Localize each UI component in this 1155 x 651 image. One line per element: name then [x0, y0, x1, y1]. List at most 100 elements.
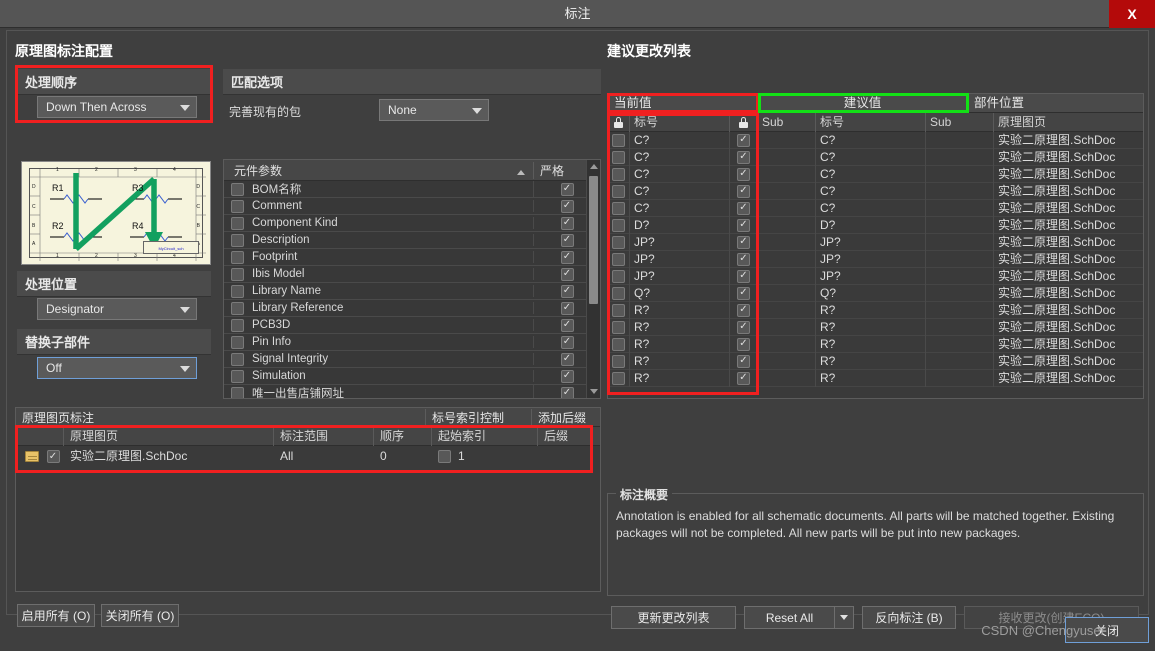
change-accept-cell[interactable]: ✓ — [730, 318, 758, 336]
sheet-row-enable-cell[interactable]: ✓ — [42, 446, 64, 467]
parameter-enable-cell[interactable] — [224, 267, 250, 281]
change-row[interactable]: C? ✓ C? 实验二原理图.SchDoc — [608, 165, 1143, 183]
scroll-up-icon[interactable] — [587, 160, 600, 173]
change-accept-checkbox[interactable]: ✓ — [737, 184, 750, 198]
parameter-row[interactable]: Component Kind ✓ — [224, 215, 600, 232]
change-accept-checkbox[interactable]: ✓ — [737, 320, 750, 334]
column-header-sub-current[interactable]: Sub — [758, 112, 816, 132]
change-row[interactable]: R? ✓ R? 实验二原理图.SchDoc — [608, 335, 1143, 353]
parameter-checkbox[interactable] — [230, 199, 244, 213]
change-lock-cell[interactable] — [608, 267, 630, 285]
parameter-checkbox[interactable] — [230, 284, 244, 298]
change-accept-cell[interactable]: ✓ — [730, 199, 758, 217]
change-accept-cell[interactable]: ✓ — [730, 352, 758, 370]
scroll-thumb[interactable] — [589, 176, 598, 304]
parameter-strict-checkbox[interactable]: ✓ — [560, 250, 574, 264]
change-lock-checkbox[interactable] — [612, 303, 625, 317]
parameter-strict-checkbox[interactable]: ✓ — [560, 284, 574, 298]
parameter-row[interactable]: Description ✓ — [224, 232, 600, 249]
parameter-table-scrollbar[interactable] — [586, 160, 600, 398]
parameter-strict-checkbox[interactable]: ✓ — [560, 352, 574, 366]
sheet-col-startindex[interactable]: 起始索引 — [432, 426, 538, 446]
sheet-enable-checkbox[interactable]: ✓ — [46, 450, 60, 463]
change-lock-checkbox[interactable] — [612, 133, 625, 147]
change-lock-cell[interactable] — [608, 199, 630, 217]
change-lock-checkbox[interactable] — [612, 218, 625, 232]
column-header-parameter[interactable]: 元件参数 — [224, 161, 534, 179]
sheet-col-sheetname[interactable]: 原理图页 — [64, 426, 274, 446]
parameter-row[interactable]: Pin Info ✓ — [224, 334, 600, 351]
parameter-checkbox[interactable] — [230, 267, 244, 281]
change-row[interactable]: R? ✓ R? 实验二原理图.SchDoc — [608, 369, 1143, 387]
parameter-strict-checkbox[interactable]: ✓ — [560, 216, 574, 230]
column-header-lock-current[interactable] — [608, 112, 630, 132]
change-row[interactable]: JP? ✓ JP? 实验二原理图.SchDoc — [608, 250, 1143, 268]
parameter-enable-cell[interactable] — [224, 233, 250, 247]
change-row[interactable]: R? ✓ R? 实验二原理图.SchDoc — [608, 318, 1143, 336]
change-lock-cell[interactable] — [608, 352, 630, 370]
close-button[interactable]: 关闭 — [1065, 617, 1149, 643]
back-annotate-button[interactable]: 反向标注 (B) — [862, 606, 956, 629]
change-lock-checkbox[interactable] — [612, 150, 625, 164]
change-row[interactable]: C? ✓ C? 实验二原理图.SchDoc — [608, 182, 1143, 200]
change-accept-cell[interactable]: ✓ — [730, 335, 758, 353]
parameter-row[interactable]: 唯一出售店铺网址 ✓ — [224, 385, 600, 398]
change-accept-cell[interactable]: ✓ — [730, 250, 758, 268]
change-row[interactable]: Q? ✓ Q? 实验二原理图.SchDoc — [608, 284, 1143, 302]
change-lock-cell[interactable] — [608, 250, 630, 268]
parameter-checkbox[interactable] — [230, 386, 244, 398]
change-accept-checkbox[interactable]: ✓ — [737, 286, 750, 300]
change-lock-cell[interactable] — [608, 335, 630, 353]
change-row[interactable]: C? ✓ C? 实验二原理图.SchDoc — [608, 199, 1143, 217]
sheet-col-order[interactable]: 顺序 — [374, 426, 432, 446]
parameter-row[interactable]: Comment ✓ — [224, 198, 600, 215]
change-row[interactable]: R? ✓ R? 实验二原理图.SchDoc — [608, 301, 1143, 319]
reset-all-split-button[interactable]: Reset All — [744, 606, 854, 629]
column-header-current-designator[interactable]: 标号 — [630, 112, 730, 132]
parameter-row[interactable]: BOM名称 ✓ — [224, 181, 600, 198]
change-lock-checkbox[interactable] — [612, 320, 625, 334]
change-accept-checkbox[interactable]: ✓ — [737, 337, 750, 351]
change-lock-cell[interactable] — [608, 165, 630, 183]
parameter-row[interactable]: Library Reference ✓ — [224, 300, 600, 317]
change-lock-cell[interactable] — [608, 301, 630, 319]
parameter-checkbox[interactable] — [230, 216, 244, 230]
change-accept-cell[interactable]: ✓ — [730, 301, 758, 319]
change-accept-checkbox[interactable]: ✓ — [737, 201, 750, 215]
change-accept-checkbox[interactable]: ✓ — [737, 269, 750, 283]
parameter-enable-cell[interactable] — [224, 318, 250, 332]
change-lock-cell[interactable] — [608, 369, 630, 387]
parameter-enable-cell[interactable] — [224, 250, 250, 264]
change-accept-cell[interactable]: ✓ — [730, 131, 758, 149]
change-lock-checkbox[interactable] — [612, 337, 625, 351]
change-accept-cell[interactable]: ✓ — [730, 369, 758, 387]
window-close-button[interactable]: X — [1109, 0, 1155, 28]
parameter-strict-checkbox[interactable]: ✓ — [560, 182, 574, 196]
column-header-proposed-designator[interactable]: 标号 — [816, 112, 926, 132]
column-header-sub-proposed[interactable]: Sub — [926, 112, 994, 132]
parameter-row[interactable]: Ibis Model ✓ — [224, 266, 600, 283]
parameter-enable-cell[interactable] — [224, 369, 250, 383]
change-row[interactable]: JP? ✓ JP? 实验二原理图.SchDoc — [608, 233, 1143, 251]
parameter-enable-cell[interactable] — [224, 216, 250, 230]
reset-all-button[interactable]: Reset All — [744, 606, 834, 629]
process-location-combo[interactable]: Designator — [37, 298, 197, 320]
parameter-strict-checkbox[interactable]: ✓ — [560, 386, 574, 398]
parameter-checkbox[interactable] — [230, 182, 244, 196]
parameter-strict-checkbox[interactable]: ✓ — [560, 233, 574, 247]
change-accept-checkbox[interactable]: ✓ — [737, 354, 750, 368]
sheet-col-scope[interactable]: 标注范围 — [274, 426, 374, 446]
change-lock-checkbox[interactable] — [612, 167, 625, 181]
parameter-strict-checkbox[interactable]: ✓ — [560, 335, 574, 349]
reset-all-dropdown-button[interactable] — [834, 606, 854, 629]
parameter-strict-checkbox[interactable]: ✓ — [560, 199, 574, 213]
change-lock-checkbox[interactable] — [612, 371, 625, 385]
parameter-enable-cell[interactable] — [224, 386, 250, 398]
change-row[interactable]: C? ✓ C? 实验二原理图.SchDoc — [608, 148, 1143, 166]
parameter-row[interactable]: Footprint ✓ — [224, 249, 600, 266]
change-lock-cell[interactable] — [608, 182, 630, 200]
parameter-checkbox[interactable] — [230, 369, 244, 383]
parameter-enable-cell[interactable] — [224, 335, 250, 349]
change-accept-cell[interactable]: ✓ — [730, 216, 758, 234]
parameter-checkbox[interactable] — [230, 301, 244, 315]
